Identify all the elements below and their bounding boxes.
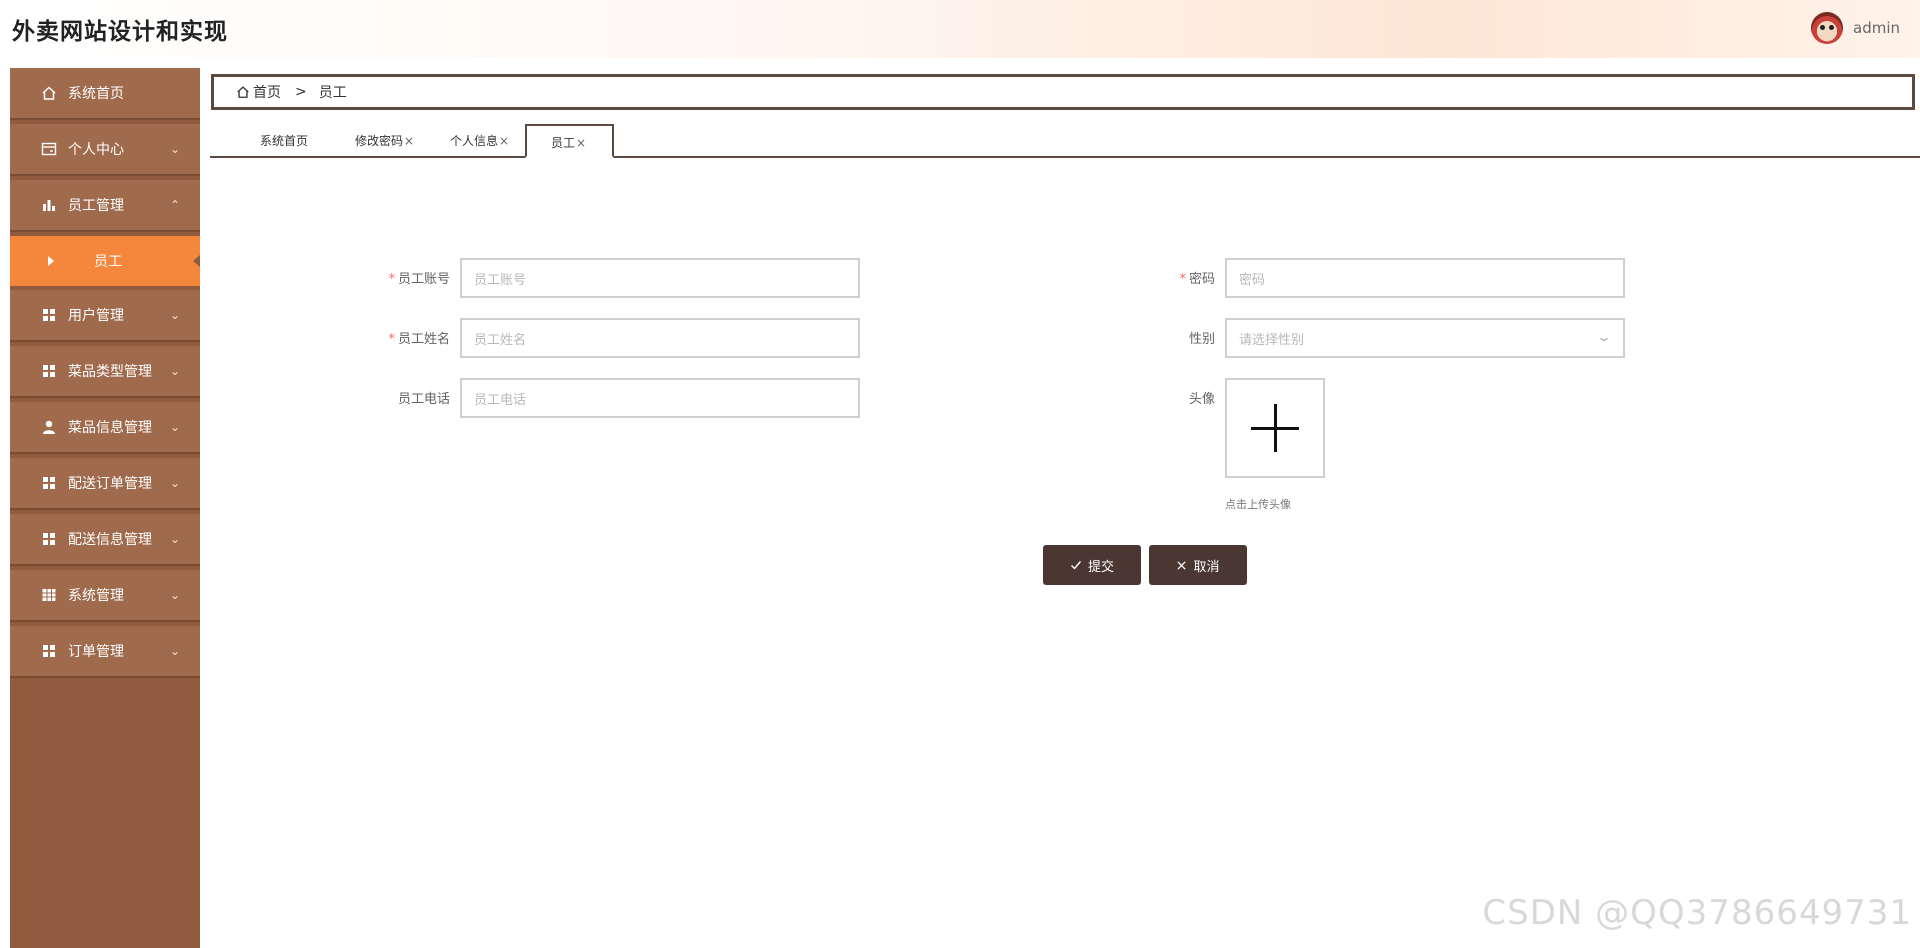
sidebar-item-label: 用户管理 xyxy=(68,308,124,324)
name-label: * 员工姓名 xyxy=(388,332,450,347)
required-mark: * xyxy=(388,272,395,287)
chevron-down-icon: ⌄ xyxy=(169,308,180,322)
grid-icon xyxy=(40,474,58,492)
tab-change-password[interactable]: 修改密码× xyxy=(355,132,414,149)
app-header: 外卖网站设计和实现 admin xyxy=(0,0,1920,58)
app-title: 外卖网站设计和实现 xyxy=(12,19,228,45)
sidebar-item-label: 员工管理 xyxy=(68,198,124,214)
user-icon xyxy=(40,418,58,436)
chevron-up-icon: ⌃ xyxy=(169,198,180,212)
tab-personal-info[interactable]: 个人信息× xyxy=(450,132,509,149)
chevron-down-icon: ⌄ xyxy=(169,588,180,602)
sidebar-item-label: 配送订单管理 xyxy=(68,476,152,492)
password-label: * 密码 xyxy=(1179,272,1215,287)
breadcrumb-separator: > xyxy=(295,84,307,100)
sidebar-item-label: 菜品信息管理 xyxy=(68,420,152,436)
sidebar-item-label: 配送信息管理 xyxy=(68,532,152,548)
grid-icon xyxy=(40,306,58,324)
home-icon xyxy=(237,86,249,98)
sidebar: 系统首页 个人中心 ⌄ 员工管理 ⌃ 员工 用户管理 ⌄ 菜品类型管理 ⌄ 菜品… xyxy=(10,68,200,948)
sidebar-item-system-management[interactable]: 系统管理 ⌄ xyxy=(10,570,200,622)
check-icon xyxy=(1070,561,1082,570)
sidebar-item-home[interactable]: 系统首页 xyxy=(10,68,200,120)
sidebar-item-user-management[interactable]: 用户管理 ⌄ xyxy=(10,290,200,342)
chevron-down-icon: ⌄ xyxy=(1595,330,1613,344)
close-icon[interactable]: × xyxy=(576,136,586,150)
sidebar-item-label: 菜品类型管理 xyxy=(68,364,152,380)
tab-label: 系统首页 xyxy=(260,134,309,148)
tab-label: 员工 xyxy=(551,136,576,150)
required-mark: * xyxy=(388,332,395,347)
chevron-down-icon: ⌄ xyxy=(169,644,180,658)
close-icon[interactable]: × xyxy=(499,134,509,148)
breadcrumb-home[interactable]: 首页 xyxy=(236,82,281,102)
breadcrumb-current: 员工 xyxy=(318,85,347,101)
avatar-upload-tip: 点击上传头像 xyxy=(1225,498,1291,511)
sidebar-item-delivery-info-management[interactable]: 配送信息管理 ⌄ xyxy=(10,514,200,566)
home-icon xyxy=(40,84,58,102)
sidebar-subitem-label: 员工 xyxy=(94,254,122,270)
sidebar-item-staff-management[interactable]: 员工管理 ⌃ xyxy=(10,180,200,232)
tab-home[interactable]: 系统首页 xyxy=(260,132,308,149)
chevron-down-icon: ⌄ xyxy=(169,142,180,156)
tab-bar: 系统首页 修改密码× 个人信息× 员工× xyxy=(210,124,1920,158)
close-icon[interactable]: × xyxy=(404,134,414,148)
grid-icon xyxy=(40,642,58,660)
sidebar-subitem-staff[interactable]: 员工 xyxy=(10,236,200,286)
name-input[interactable]: 员工姓名 xyxy=(460,318,860,358)
chevron-down-icon: ⌄ xyxy=(169,532,180,546)
user-area[interactable]: admin xyxy=(1811,12,1900,44)
watermark: CSDN @QQ3786649731 xyxy=(1482,893,1912,933)
tab-staff[interactable]: 员工× xyxy=(525,124,615,158)
account-label: * 员工账号 xyxy=(388,272,450,287)
avatar-label: 头像 xyxy=(1188,392,1215,407)
password-input[interactable]: 密码 xyxy=(1225,258,1625,298)
sidebar-item-dish-info-management[interactable]: 菜品信息管理 ⌄ xyxy=(10,402,200,454)
sidebar-item-label: 系统首页 xyxy=(68,86,124,102)
close-icon xyxy=(1177,560,1187,570)
table-icon xyxy=(40,586,58,604)
grid-icon xyxy=(40,362,58,380)
sidebar-item-personal-center[interactable]: 个人中心 ⌄ xyxy=(10,124,200,176)
caret-right-icon xyxy=(48,256,54,266)
sidebar-item-order-management[interactable]: 订单管理 ⌄ xyxy=(10,626,200,678)
user-avatar[interactable] xyxy=(1811,12,1843,44)
cancel-button[interactable]: 取消 xyxy=(1149,545,1247,585)
avatar-upload[interactable] xyxy=(1225,378,1325,478)
user-name[interactable]: admin xyxy=(1853,19,1900,37)
sidebar-item-delivery-order-management[interactable]: 配送订单管理 ⌄ xyxy=(10,458,200,510)
plus-icon-vertical xyxy=(1274,404,1277,452)
bar-chart-icon xyxy=(40,196,58,214)
chevron-down-icon: ⌄ xyxy=(169,476,180,490)
gender-label: 性别 xyxy=(1188,332,1215,347)
chevron-down-icon: ⌄ xyxy=(169,364,180,378)
account-input[interactable]: 员工账号 xyxy=(460,258,860,298)
chevron-down-icon: ⌄ xyxy=(169,420,180,434)
card-icon xyxy=(40,140,58,158)
breadcrumb: 首页 > 员工 xyxy=(211,74,1915,110)
phone-input[interactable]: 员工电话 xyxy=(460,378,860,418)
submit-button[interactable]: 提交 xyxy=(1043,545,1141,585)
gender-select[interactable]: 请选择性别 ⌄ xyxy=(1225,318,1625,358)
sidebar-item-dish-type-management[interactable]: 菜品类型管理 ⌄ xyxy=(10,346,200,398)
tab-label: 修改密码 xyxy=(355,134,404,148)
grid-icon xyxy=(40,530,58,548)
required-mark: * xyxy=(1179,272,1186,287)
sidebar-item-label: 系统管理 xyxy=(68,588,124,604)
sidebar-item-label: 订单管理 xyxy=(68,644,124,660)
breadcrumb-home-label: 首页 xyxy=(253,85,281,101)
phone-label: 员工电话 xyxy=(397,392,450,407)
tab-label: 个人信息 xyxy=(450,134,499,148)
sidebar-item-label: 个人中心 xyxy=(68,142,124,158)
